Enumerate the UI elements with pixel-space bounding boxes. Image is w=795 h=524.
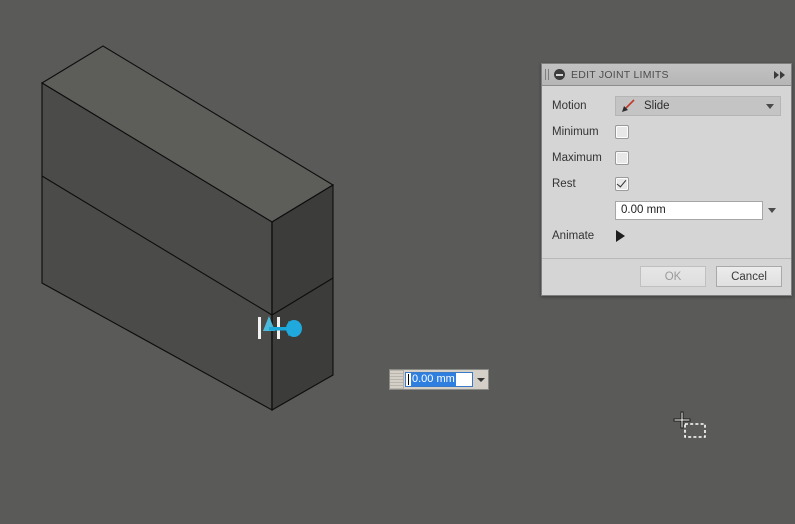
edit-joint-limits-dialog[interactable]: EDIT JOINT LIMITS Motion Slide Minimum M… (541, 63, 792, 296)
motion-dropdown[interactable]: Slide (615, 96, 781, 116)
box-face-right (271, 184, 334, 411)
joint-limit-bar-left (258, 317, 261, 339)
double-chevron-right-icon[interactable] (772, 69, 787, 81)
inline-distance-field[interactable]: 0.00 mm (405, 372, 473, 387)
drag-grip-icon[interactable] (390, 370, 404, 389)
joint-axis-shaft[interactable] (269, 327, 289, 331)
text-caret (408, 374, 409, 385)
maximum-label: Maximum (552, 152, 602, 164)
animate-label: Animate (552, 230, 595, 242)
rest-checkbox[interactable] (615, 177, 629, 191)
row-rest: Rest (552, 171, 781, 197)
play-triangle-icon[interactable] (616, 230, 625, 242)
chevron-down-icon[interactable] (766, 103, 774, 109)
ok-button[interactable]: OK (640, 266, 706, 287)
row-animate: Animate (552, 223, 781, 249)
row-minimum: Minimum (552, 119, 781, 145)
dialog-body: Motion Slide Minimum Maximum Rest 0.00 m… (542, 86, 791, 258)
collapse-minus-icon[interactable] (554, 69, 565, 80)
rest-value-input[interactable]: 0.00 mm (615, 200, 763, 220)
dialog-title: EDIT JOINT LIMITS (571, 68, 669, 81)
chevron-down-icon[interactable] (474, 370, 488, 389)
dialog-footer: OK Cancel (542, 258, 791, 295)
motion-value: Slide (644, 100, 670, 112)
row-motion: Motion Slide (552, 93, 781, 119)
slide-joint-icon (622, 99, 635, 112)
minimum-checkbox[interactable] (615, 125, 629, 139)
row-rest-value: 0.00 mm (552, 197, 781, 223)
chevron-down-icon[interactable] (763, 207, 781, 213)
minimum-label: Minimum (552, 126, 599, 138)
motion-label: Motion (552, 100, 587, 112)
panel-grip-icon[interactable] (545, 69, 550, 80)
maximum-checkbox[interactable] (615, 151, 629, 165)
rest-label: Rest (552, 178, 576, 190)
inline-distance-input[interactable]: 0.00 mm (389, 369, 489, 390)
joint-arrow-head-cap[interactable] (286, 320, 302, 337)
dialog-header[interactable]: EDIT JOINT LIMITS (542, 64, 791, 86)
row-maximum: Maximum (552, 145, 781, 171)
cancel-button[interactable]: Cancel (716, 266, 782, 287)
inline-distance-value: 0.00 mm (411, 373, 456, 386)
